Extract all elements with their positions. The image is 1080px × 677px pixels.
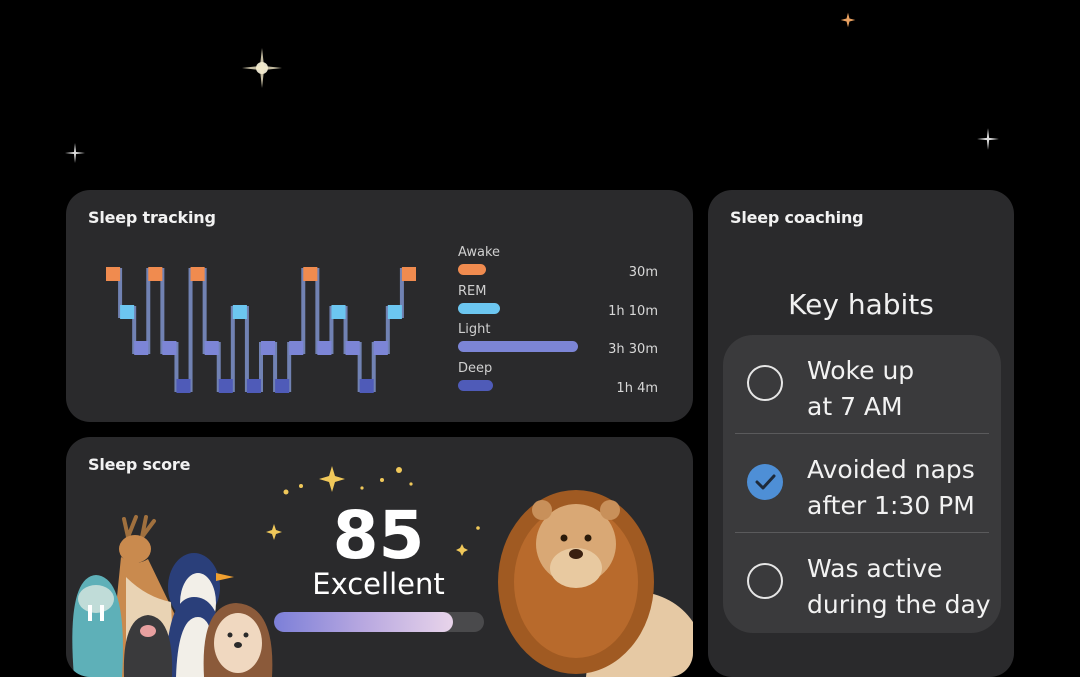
key-habits-title: Key habits <box>788 288 934 321</box>
legend-awake: Awake 30m <box>458 245 658 280</box>
legend-label: Deep <box>458 361 493 376</box>
habit-text-line: Was active <box>807 554 943 583</box>
habit-text-line: Woke up <box>807 356 915 385</box>
sleep-score-value: 85 <box>332 497 425 574</box>
card-title: Sleep coaching <box>730 208 864 227</box>
sleep-score-rating: Excellent <box>312 567 445 601</box>
legend-duration: 1h 10m <box>608 304 658 319</box>
hypnogram-segment-deep <box>246 379 261 393</box>
sleep-score-card[interactable]: Sleep score 85 Excellent <box>66 437 693 677</box>
legend-bar <box>458 380 493 391</box>
lion-illustration <box>498 490 693 677</box>
sleep-score-progress-fill <box>274 612 453 632</box>
checkbox-checked-icon[interactable] <box>747 464 783 500</box>
hypnogram-segment-light <box>317 341 332 355</box>
hypnogram-segment-light <box>134 341 149 355</box>
hypnogram-segment-awake <box>190 267 205 281</box>
habit-text: Was active during the day <box>807 551 997 623</box>
hypnogram-segment-light <box>345 341 360 355</box>
sparkle-star-icon <box>65 143 85 163</box>
checkbox-unchecked-icon[interactable] <box>747 365 783 401</box>
sleep-coaching-card[interactable]: Sleep coaching Key habits Woke up at 7 A… <box>708 190 1014 677</box>
key-habits-list: Woke up at 7 AM Avoided naps after 1:30 … <box>723 335 1001 633</box>
hypnogram-segment-awake <box>303 267 318 281</box>
sparkle-star-icon <box>840 12 856 28</box>
hypnogram-segment-deep <box>218 379 233 393</box>
sparkle-star-icon <box>242 48 282 88</box>
hypnogram-segment-light <box>373 341 388 355</box>
sleep-score-progress <box>274 612 484 632</box>
habit-item[interactable]: Woke up at 7 AM <box>735 335 989 434</box>
habit-text: Woke up at 7 AM <box>807 353 997 425</box>
legend-deep: Deep 1h 4m <box>458 361 658 396</box>
checkbox-unchecked-icon[interactable] <box>747 563 783 599</box>
legend-bar <box>458 341 578 352</box>
legend-duration: 3h 30m <box>608 342 658 357</box>
hypnogram-segment-deep <box>275 379 290 393</box>
habit-item[interactable]: Avoided naps after 1:30 PM <box>735 434 989 533</box>
hypnogram-segment-rem <box>387 305 402 319</box>
hypnogram-segment-light <box>289 341 304 355</box>
hypnogram-segment-rem <box>232 305 247 319</box>
legend-label: Light <box>458 322 491 337</box>
legend-duration: 30m <box>628 265 658 280</box>
sleep-tracking-card[interactable]: Sleep tracking Awake 30m REM 1h 10m Ligh… <box>66 190 693 422</box>
legend-label: Awake <box>458 245 501 260</box>
hypnogram-segment-light <box>261 341 276 355</box>
habit-text-line: during the day <box>807 590 991 619</box>
hypnogram-chart <box>106 267 416 393</box>
hypnogram-transition <box>188 268 193 392</box>
card-title: Sleep score <box>88 455 191 474</box>
hypnogram-segment-light <box>204 341 219 355</box>
hypnogram-segment-awake <box>148 267 163 281</box>
legend-label: REM <box>458 284 487 299</box>
hypnogram-segment-rem <box>331 305 346 319</box>
sparkle-star-icon <box>977 128 999 150</box>
legend-rem: REM 1h 10m <box>458 284 658 319</box>
hypnogram-segment-light <box>162 341 177 355</box>
hypnogram-segment-awake <box>401 267 416 281</box>
legend-light: Light 3h 30m <box>458 322 658 357</box>
habit-text-line: after 1:30 PM <box>807 491 975 520</box>
legend-duration: 1h 4m <box>616 381 658 396</box>
animals-illustration <box>72 515 273 677</box>
hypnogram-segment-rem <box>120 305 135 319</box>
habit-text: Avoided naps after 1:30 PM <box>807 452 997 524</box>
legend-bar <box>458 303 500 314</box>
hypnogram-segment-awake <box>106 267 121 281</box>
habit-text-line: Avoided naps <box>807 455 975 484</box>
legend-bar <box>458 264 486 275</box>
habit-text-line: at 7 AM <box>807 392 903 421</box>
habit-item[interactable]: Was active during the day <box>735 533 991 632</box>
hypnogram-segment-deep <box>176 379 191 393</box>
hypnogram-segment-deep <box>359 379 374 393</box>
